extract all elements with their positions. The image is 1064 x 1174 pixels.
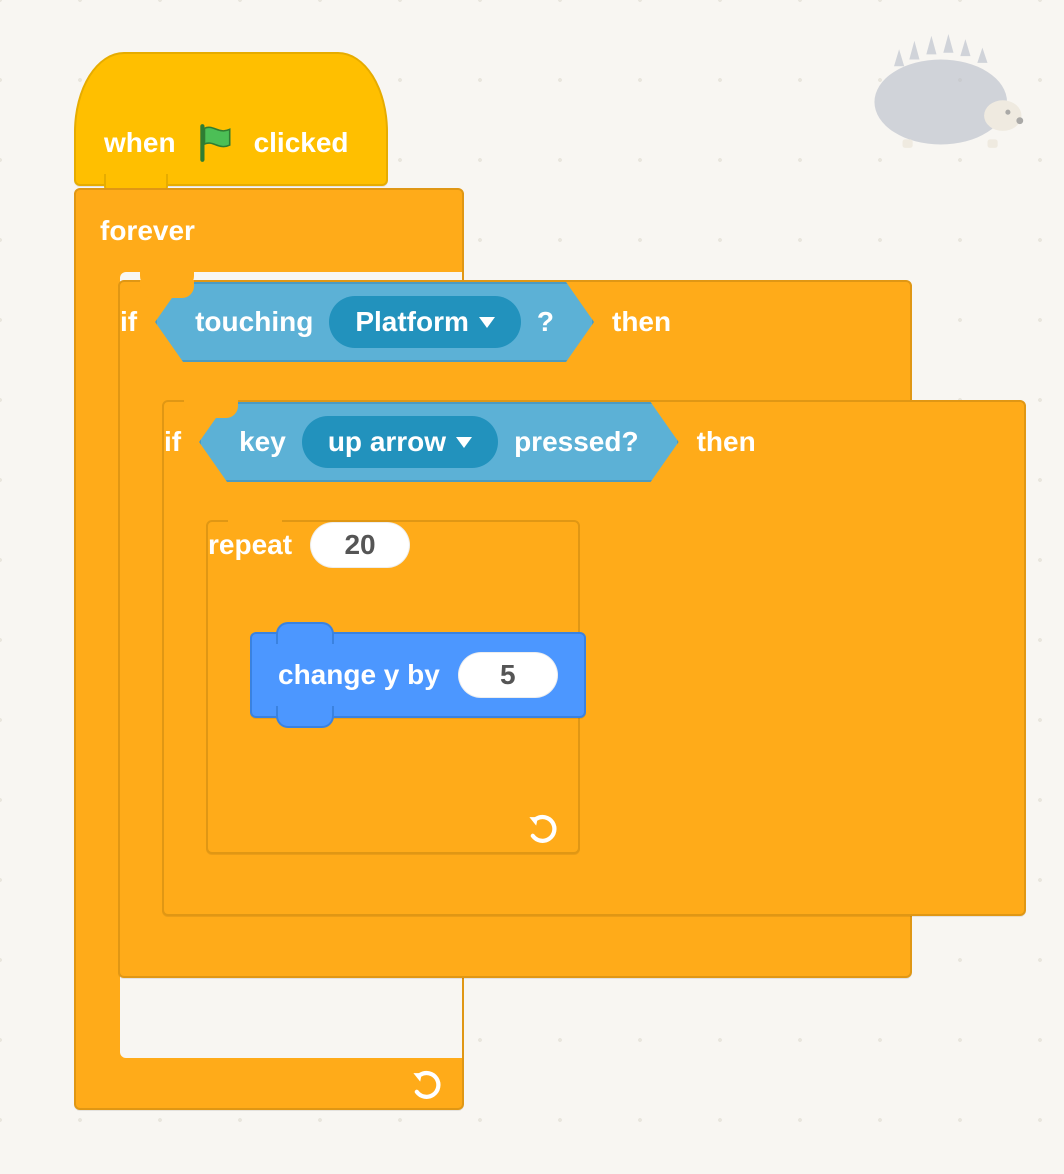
if1-keyword-if: if	[120, 306, 137, 338]
scripts-canvas[interactable]: when clicked forever if touchi	[0, 0, 1064, 1174]
hat-label-suffix: clicked	[254, 127, 349, 159]
sensing-key-pressed-reporter[interactable]: key up arrow pressed?	[199, 402, 678, 482]
sensing-key-suffix: pressed?	[514, 426, 639, 458]
block-nub-bottom	[276, 706, 334, 728]
loop-arrow-icon	[526, 812, 560, 846]
sensing-key-prefix: key	[239, 426, 286, 458]
touching-arg-value: Platform	[355, 306, 469, 338]
change-y-value-input[interactable]: 5	[458, 652, 558, 698]
sprite-watermark-hedgehog	[860, 34, 1030, 153]
if1-keyword-then: then	[612, 306, 671, 338]
green-flag-icon	[194, 122, 236, 164]
sensing-touching-prefix: touching	[195, 306, 313, 338]
change-y-by-block[interactable]: change y by 5	[250, 632, 586, 718]
if2-keyword-then: then	[697, 426, 756, 458]
touching-arg-dropdown[interactable]: Platform	[329, 296, 521, 348]
dropdown-caret-icon	[456, 437, 472, 448]
hat-block-when-flag-clicked[interactable]: when clicked	[74, 52, 388, 186]
if2-keyword-if: if	[164, 426, 181, 458]
key-arg-dropdown[interactable]: up arrow	[302, 416, 498, 468]
forever-label: forever	[100, 215, 195, 247]
sensing-touching-reporter[interactable]: touching Platform ?	[155, 282, 594, 362]
dropdown-caret-icon	[479, 317, 495, 328]
sensing-touching-suffix: ?	[537, 306, 554, 338]
loop-arrow-icon	[410, 1068, 444, 1102]
hat-label-prefix: when	[104, 127, 176, 159]
key-arg-value: up arrow	[328, 426, 446, 458]
block-nub-top	[276, 622, 334, 644]
repeat-count-input[interactable]: 20	[310, 522, 410, 568]
change-y-label: change y by	[278, 659, 440, 691]
